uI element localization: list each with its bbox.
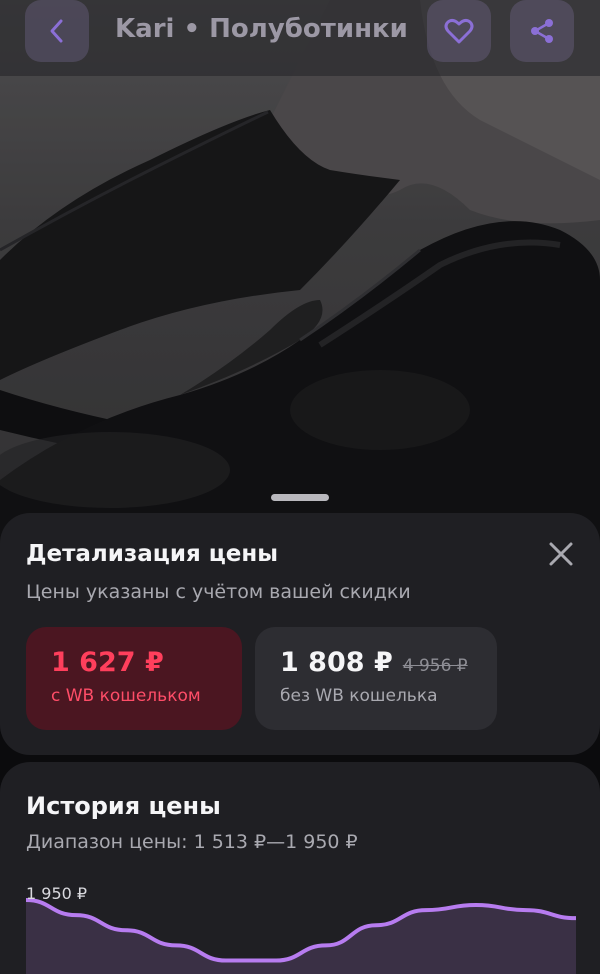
price-history-plot	[25, 898, 577, 974]
wallet-price-note: с WB кошельком	[51, 686, 201, 706]
share-button[interactable]	[510, 0, 574, 62]
chevron-left-icon	[50, 19, 63, 43]
old-price: 4 956 ₽	[402, 656, 468, 676]
no-wallet-price-row: 1 808 ₽ 4 956 ₽	[280, 647, 468, 678]
wallet-price: 1 627 ₽	[51, 647, 164, 678]
top-bar: Kari • Полуботинки ...	[0, 0, 600, 76]
no-wallet-price-note: без WB кошелька	[280, 686, 438, 706]
price-range-label: Диапазон цены: 1 513 ₽—1 950 ₽	[26, 831, 358, 853]
back-button[interactable]	[25, 0, 89, 62]
chart-y-max-label: 1 950 ₽	[26, 884, 88, 903]
no-wallet-price: 1 808 ₽	[280, 647, 393, 678]
no-wallet-price-tile[interactable]: 1 808 ₽ 4 956 ₽ без WB кошелька	[255, 627, 497, 730]
close-button[interactable]	[546, 539, 576, 569]
share-icon	[531, 19, 553, 43]
price-area	[26, 900, 576, 974]
favorite-button[interactable]	[427, 0, 491, 62]
price-history-card: История цены Диапазон цены: 1 513 ₽—1 95…	[0, 762, 600, 974]
price-history-chart[interactable]: 1 950 ₽	[25, 882, 577, 974]
price-details-card: Детализация цены Цены указаны с учётом в…	[0, 513, 600, 755]
heart-icon	[444, 18, 474, 44]
sheet-grabber[interactable]	[271, 494, 329, 501]
wallet-price-tile[interactable]: 1 627 ₽ с WB кошельком	[26, 627, 242, 730]
price-details-subtitle: Цены указаны с учётом вашей скидки	[26, 581, 411, 603]
price-history-title: История цены	[26, 792, 221, 820]
page-title: Kari • Полуботинки ...	[115, 14, 415, 44]
product-photo[interactable]	[0, 0, 600, 560]
close-icon	[549, 542, 573, 566]
price-details-title: Детализация цены	[26, 541, 279, 567]
